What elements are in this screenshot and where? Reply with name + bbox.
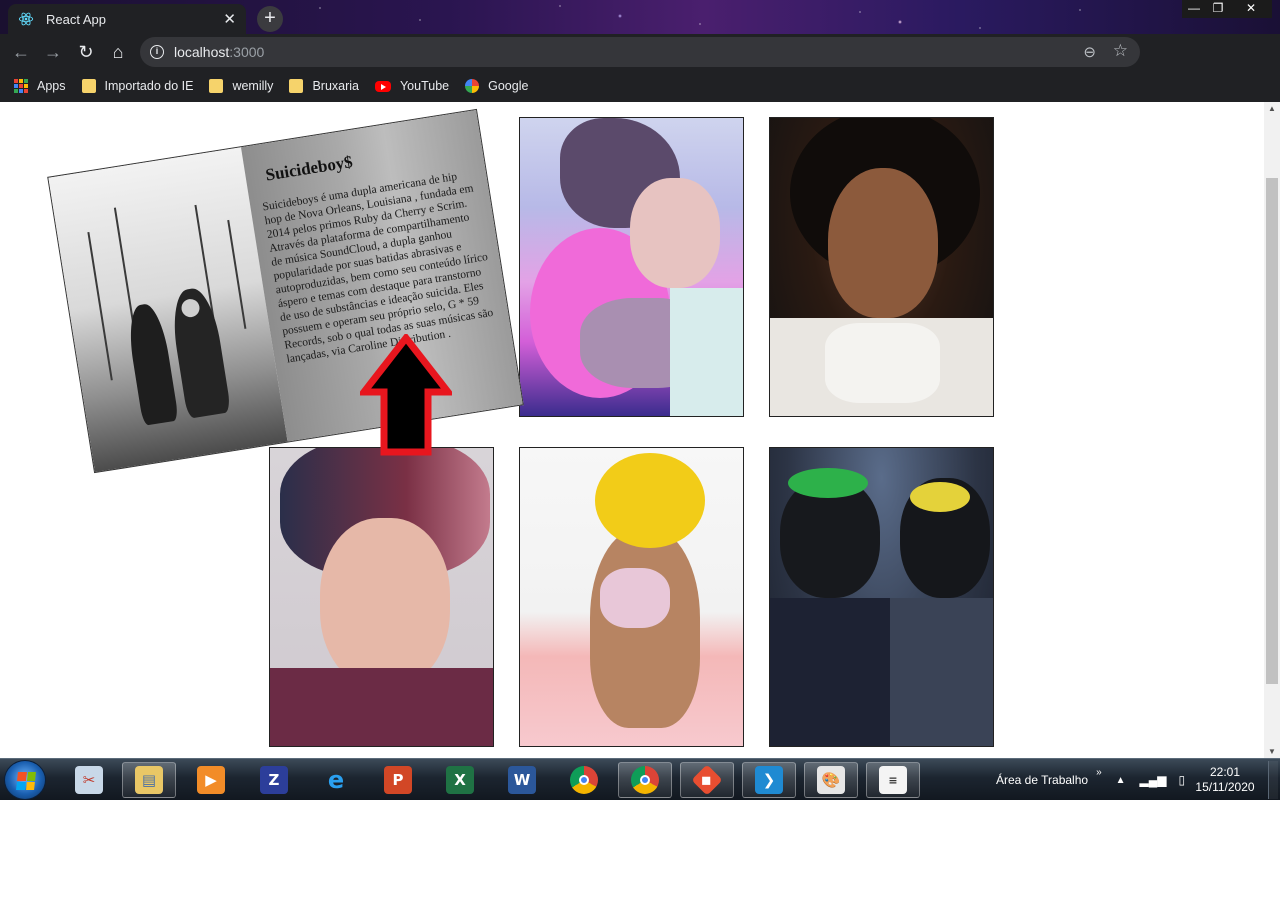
bookmark-bruxaria[interactable]: Bruxaria	[289, 79, 359, 93]
desktop-toolbar-label[interactable]: Área de Trabalho	[996, 773, 1088, 787]
bookmark-importado-do-ie[interactable]: Importado do IE	[81, 79, 194, 93]
show-hidden-icons-icon[interactable]: ▲	[1116, 775, 1126, 786]
close-tab-icon[interactable]: ✕	[223, 10, 236, 28]
chrome-icon[interactable]	[557, 762, 611, 798]
bookmarks-bar: Apps Importado do IE wemilly Bruxaria Yo…	[0, 70, 1280, 102]
window-controls: — ❐ ✕	[1182, 0, 1272, 18]
word-icon[interactable]: W	[495, 762, 549, 798]
bookmark-label: Apps	[37, 79, 66, 93]
tab-title: React App	[46, 11, 106, 27]
bookmark-label: Importado do IE	[104, 79, 194, 93]
artist-photo-pink-plush	[520, 118, 743, 416]
browser-toolbar: ← → ↻ ⌂ i localhost:3000 ⊖ ☆ ✋ ✦ W ⋮	[0, 34, 1280, 97]
bookmark-label: Bruxaria	[312, 79, 359, 93]
notepad-icon[interactable]: ≡	[866, 762, 920, 798]
powerpoint-icon[interactable]: P	[371, 762, 425, 798]
scroll-up-icon[interactable]: ▲	[1268, 104, 1276, 113]
apps-grid-icon	[14, 79, 28, 93]
file-explorer-icon[interactable]: ▤	[122, 762, 176, 798]
vertical-scrollbar[interactable]: ▲ ▼	[1264, 102, 1280, 758]
artist-card-lilpeep[interactable]	[519, 117, 744, 417]
media-player-icon[interactable]: ▶	[184, 762, 238, 798]
snipping-tool-icon[interactable]: ✂	[62, 762, 116, 798]
artist-card-nicki[interactable]	[519, 447, 744, 747]
bookmark-wemilly[interactable]: wemilly	[209, 79, 273, 93]
react-logo-icon	[18, 12, 34, 26]
battery-icon[interactable]: ▯	[1179, 773, 1186, 787]
artist-card-suicideboys[interactable]	[769, 447, 994, 747]
scrollbar-thumb[interactable]	[1266, 178, 1278, 684]
google-icon	[465, 79, 480, 93]
tab-react-app[interactable]: React App ✕	[8, 4, 246, 34]
bookmark-google[interactable]: Google	[465, 79, 528, 93]
start-button[interactable]	[4, 760, 46, 800]
url-host: localhost	[174, 44, 230, 60]
back-icon[interactable]: ←	[9, 40, 33, 64]
internet-explorer-icon[interactable]: e	[309, 762, 363, 798]
bookmark-label: YouTube	[399, 79, 450, 93]
bookmark-youtube[interactable]: YouTube	[374, 79, 450, 93]
tab-strip: React App ✕ + — ❐ ✕	[0, 0, 1280, 34]
artist-photo-yellow-wig	[520, 448, 743, 746]
reload-icon[interactable]: ↻	[74, 40, 98, 64]
artist-photo-portrait	[770, 118, 993, 416]
scroll-down-icon[interactable]: ▼	[1268, 747, 1276, 756]
folder-icon	[209, 79, 224, 93]
clock-time: 22:01	[1209, 765, 1241, 779]
red-up-arrow-icon	[360, 334, 452, 456]
folder-icon	[289, 79, 304, 93]
bookmark-apps[interactable]: Apps	[14, 79, 66, 93]
vscode-icon[interactable]: ❯	[742, 762, 796, 798]
windows-logo-icon	[16, 772, 36, 790]
artist-photo-colorful-hair	[270, 448, 493, 746]
network-signal-icon[interactable]: ▂▄▆	[1140, 773, 1167, 787]
git-icon[interactable]: ◆	[680, 762, 734, 798]
vm-app-icon[interactable]: Z	[247, 762, 301, 798]
close-window-icon[interactable]: ✕	[1230, 0, 1272, 18]
paint-icon[interactable]: 🎨	[804, 762, 858, 798]
system-tray: Área de Trabalho » ▲ ▂▄▆ ▯	[996, 759, 1197, 801]
minimize-icon[interactable]: —	[1182, 0, 1206, 18]
bookmark-label: wemilly	[232, 79, 274, 93]
zoom-icon[interactable]: ⊖	[1083, 43, 1096, 61]
clock-date: 15/11/2020	[1195, 780, 1255, 794]
system-clock[interactable]: 22:01 15/11/2020	[1190, 765, 1260, 795]
home-icon[interactable]: ⌂	[106, 40, 130, 64]
bookmark-star-icon[interactable]: ☆	[1113, 41, 1128, 61]
folder-icon	[81, 79, 96, 93]
artist-photo-ski-masks	[770, 448, 993, 746]
new-tab-button[interactable]: +	[257, 6, 283, 32]
toolbar-chevron-icon[interactable]: »	[1096, 767, 1102, 778]
restore-icon[interactable]: ❐	[1206, 0, 1230, 18]
site-info-icon[interactable]: i	[150, 45, 164, 59]
show-desktop-button[interactable]	[1268, 761, 1278, 799]
forward-icon[interactable]: →	[41, 40, 65, 64]
excel-icon[interactable]: X	[433, 762, 487, 798]
blank-area	[0, 800, 1280, 924]
windows-taskbar: ✂ ▤ ▶ Z e P X W ◆ ❯ 🎨 ≡ Área de Trabalho…	[0, 758, 1280, 800]
artist-card-yungblud[interactable]	[269, 447, 494, 747]
url-port: :3000	[229, 44, 265, 60]
chrome-profile-icon[interactable]	[618, 762, 672, 798]
youtube-icon	[374, 80, 391, 92]
address-bar[interactable]: i localhost:3000 ⊖ ☆	[140, 37, 1140, 67]
bookmark-label: Google	[488, 79, 529, 93]
artist-card-mj[interactable]	[769, 117, 994, 417]
